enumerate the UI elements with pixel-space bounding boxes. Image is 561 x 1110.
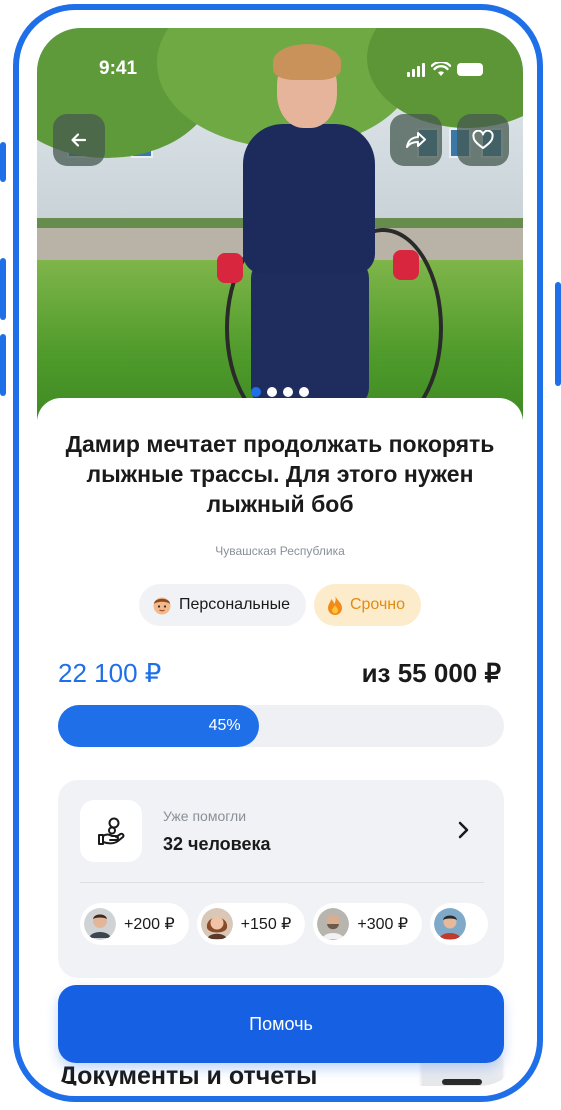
- battery-icon: [457, 63, 483, 76]
- slide-dot[interactable]: [299, 387, 309, 397]
- donation-chip[interactable]: +150 ₽: [196, 903, 306, 945]
- fundraiser-card: Дамир мечтает продолжать покорять лыжные…: [37, 398, 523, 1086]
- progress-bar: 45%: [58, 705, 504, 747]
- favorite-button[interactable]: [457, 114, 509, 166]
- helping-hand-icon: [80, 800, 142, 862]
- tag-personal[interactable]: Персональные: [138, 584, 306, 626]
- fundraiser-title: Дамир мечтает продолжать покорять лыжные…: [65, 431, 495, 517]
- goal-amount: из 55 000 ₽: [361, 658, 501, 688]
- device-power-button: [555, 282, 561, 386]
- heart-icon: [472, 130, 494, 149]
- category-tags: Персональные Срочно: [37, 584, 523, 626]
- avatar: [317, 908, 350, 940]
- status-bar: 9:41: [37, 58, 523, 82]
- slide-dot[interactable]: [251, 387, 261, 397]
- donation-chip[interactable]: +200 ₽: [80, 903, 189, 945]
- progress-label: 45%: [208, 717, 241, 734]
- tag-urgent-label: Срочно: [349, 596, 406, 613]
- share-button[interactable]: [390, 114, 442, 166]
- device-volume-down: [0, 334, 6, 396]
- status-time: 9:41: [99, 58, 138, 79]
- helpers-label: Уже помогли: [163, 808, 247, 824]
- documents-title: Документы и отчеты: [59, 1062, 318, 1086]
- donation-chip[interactable]: +300 ₽: [313, 903, 423, 945]
- device-mute-switch: [0, 142, 6, 182]
- screen: 9:41 Дамир мечтает продолжать покорять л…: [37, 28, 523, 1086]
- helpers-count[interactable]: 32 человека: [163, 834, 271, 855]
- wifi-icon: [431, 62, 451, 76]
- share-icon: [406, 132, 426, 148]
- avatar: [84, 908, 116, 940]
- boy-face-emoji-icon: [153, 597, 171, 615]
- tag-personal-label: Персональные: [178, 596, 290, 613]
- raised-amount: 22 100 ₽: [58, 658, 162, 688]
- slide-dot[interactable]: [267, 387, 277, 397]
- helpers-section: Уже помогли 32 человека +200 ₽ +150 ₽ +3…: [58, 780, 504, 978]
- help-button[interactable]: Помочь: [58, 985, 504, 1063]
- donation-chip[interactable]: [430, 903, 489, 945]
- recent-donations: +200 ₽ +150 ₽ +300 ₽: [80, 903, 489, 945]
- phone-frame: 9:41 Дамир мечтает продолжать покорять л…: [13, 4, 543, 1102]
- progress-fill: 45%: [58, 705, 259, 747]
- back-button[interactable]: [53, 114, 105, 166]
- donation-amount: +150 ₽: [240, 916, 292, 933]
- slide-dot[interactable]: [283, 387, 293, 397]
- fire-emoji-icon: [327, 595, 342, 615]
- divider: [80, 882, 484, 883]
- arrow-left-icon: [71, 133, 87, 147]
- tag-urgent[interactable]: Срочно: [313, 584, 422, 626]
- slide-indicator: [37, 387, 523, 397]
- donation-amount: +200 ₽: [124, 916, 175, 933]
- device-volume-up: [0, 258, 6, 320]
- fundraiser-region: Чувашская Республика: [215, 544, 345, 558]
- fundraiser-photo[interactable]: 9:41: [37, 28, 523, 420]
- avatar: [200, 908, 233, 940]
- chevron-right-icon[interactable]: [456, 820, 470, 840]
- donation-amount: +300 ₽: [357, 916, 409, 933]
- avatar: [434, 908, 467, 940]
- signal-icon: [407, 62, 425, 77]
